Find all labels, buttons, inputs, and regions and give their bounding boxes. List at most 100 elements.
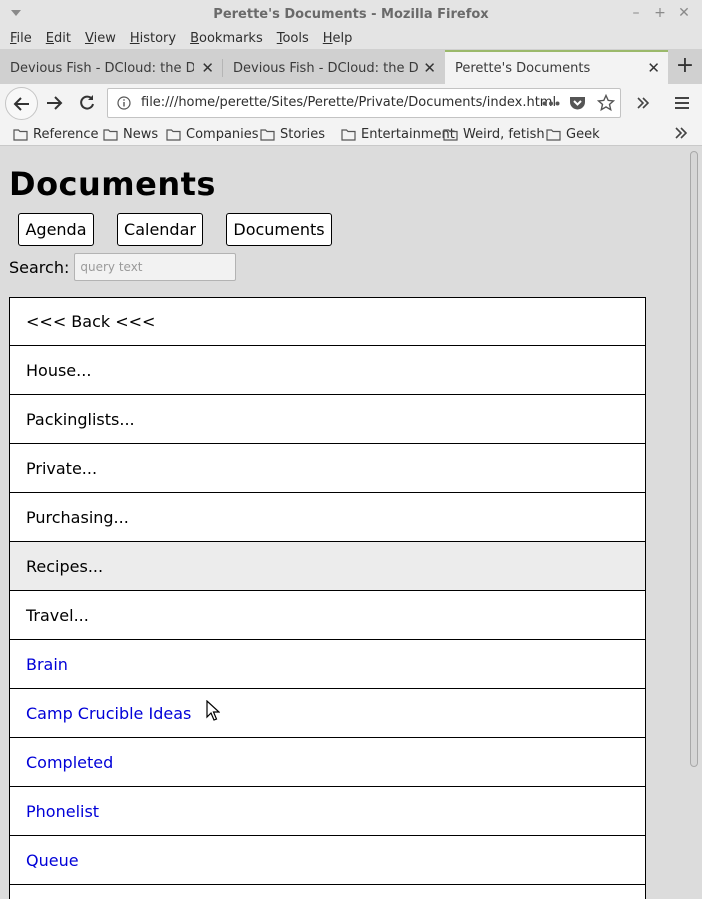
close-window-icon[interactable]: ✕ [676, 5, 692, 21]
folder-row[interactable]: Recipes... [9, 542, 646, 591]
reload-icon [80, 95, 94, 110]
tab-label: Devious Fish - DCloud: the Devio [233, 60, 418, 76]
overflow-menu-button[interactable] [628, 88, 658, 118]
bookmark-label: Weird, fetish [463, 126, 545, 142]
menu-label-rest: istory [139, 31, 177, 46]
back-row[interactable]: <<< Back <<< [9, 297, 646, 346]
menu-view[interactable]: View [78, 31, 123, 46]
pocket-icon[interactable] [569, 95, 586, 111]
agenda-button[interactable]: Agenda [18, 213, 94, 246]
document-link-row[interactable]: Phonelist [9, 787, 646, 836]
folder-row[interactable]: House... [9, 346, 646, 395]
folder-icon [341, 128, 356, 141]
menu-label-rest: ookmarks [199, 31, 263, 46]
document-link-row[interactable] [9, 885, 646, 899]
back-button[interactable] [5, 87, 38, 120]
bookmarks-overflow-button[interactable] [674, 126, 688, 144]
bookmark-folder-geek[interactable]: Geek [546, 125, 600, 143]
menu-accesskey: E [45, 31, 54, 46]
bookmarks-toolbar: Reference News Companies Stories Entertainme… [0, 122, 702, 146]
tab-label: Perette's Documents [455, 60, 591, 76]
bookmark-label: Companies [186, 126, 259, 142]
forward-arrow-icon [47, 96, 63, 110]
document-list: <<< Back <<< House... Packinglists... Priva… [9, 297, 646, 899]
double-chevron-icon [637, 97, 650, 109]
window-titlebar: Perette's Documents - Mozilla Firefox – … [0, 0, 702, 28]
document-link-row[interactable]: Brain [9, 640, 646, 689]
menu-label-rest: ools [282, 31, 309, 46]
back-arrow-icon [13, 96, 29, 111]
folder-icon [260, 128, 275, 141]
folder-icon [443, 128, 458, 141]
tab-bar: Devious Fish - DCloud: the Devio ✕ Devio… [0, 49, 702, 84]
menu-help[interactable]: Help [316, 31, 360, 46]
double-chevron-icon [675, 127, 688, 139]
menu-accesskey: B [190, 31, 200, 46]
document-link-row[interactable]: Queue [9, 836, 646, 885]
tab-devious-fish-2[interactable]: Devious Fish - DCloud: the Devio ✕ [223, 52, 444, 84]
document-link-row[interactable]: Camp Crucible Ideas [9, 689, 646, 738]
reload-button[interactable] [72, 88, 102, 118]
folder-icon [13, 128, 28, 141]
search-label: Search: [9, 257, 70, 277]
tab-perettes-documents[interactable]: Perette's Documents ✕ [445, 50, 668, 84]
folder-row[interactable]: Packinglists... [9, 395, 646, 444]
window-menu-icon[interactable] [10, 8, 22, 18]
calendar-button[interactable]: Calendar [117, 213, 203, 246]
page-actions-icon[interactable] [542, 101, 560, 106]
documents-button[interactable]: Documents [226, 213, 332, 246]
url-text: file:///home/perette/Sites/Perette/Priva… [141, 95, 557, 110]
folder-icon [166, 128, 181, 141]
maximize-icon[interactable]: + [652, 5, 668, 21]
page-content: Documents Agenda Calendar Documents Sear… [0, 147, 687, 899]
bookmark-label: Entertainment [361, 126, 455, 142]
hamburger-menu-button[interactable] [667, 88, 697, 118]
document-link-row[interactable]: Completed [9, 738, 646, 787]
folder-icon [103, 128, 118, 141]
menu-history[interactable]: History [123, 31, 183, 46]
menu-file[interactable]: File [3, 31, 39, 46]
menu-accesskey: V [84, 31, 94, 46]
vertical-scrollbar[interactable] [687, 147, 702, 899]
folder-row[interactable]: Private... [9, 444, 646, 493]
bookmark-star-icon[interactable] [597, 94, 615, 112]
folder-row[interactable]: Purchasing... [9, 493, 646, 542]
bookmark-label: Geek [566, 126, 600, 142]
bookmark-folder-weird-fetish[interactable]: Weird, fetish [443, 125, 545, 143]
menu-accesskey: H [322, 31, 333, 46]
tab-close-icon[interactable]: ✕ [647, 59, 660, 77]
menu-label-rest: dit [54, 31, 71, 46]
menu-bookmarks[interactable]: Bookmarks [183, 31, 270, 46]
menu-label-rest: elp [332, 31, 353, 46]
menu-label-rest: iew [93, 31, 116, 46]
folder-row[interactable]: Travel... [9, 591, 646, 640]
bookmark-folder-stories[interactable]: Stories [260, 125, 325, 143]
menu-edit[interactable]: Edit [39, 31, 78, 46]
navigation-toolbar: file:///home/perette/Sites/Perette/Priva… [0, 84, 702, 122]
info-icon[interactable] [117, 96, 131, 110]
bookmark-label: Reference [33, 126, 99, 142]
folder-icon [546, 128, 561, 141]
tab-close-icon[interactable]: ✕ [423, 59, 436, 77]
search-input[interactable] [74, 253, 237, 281]
page-title: Documents [9, 165, 216, 203]
forward-button[interactable] [39, 88, 69, 118]
tab-close-icon[interactable]: ✕ [201, 59, 214, 77]
new-tab-button[interactable]: + [670, 52, 700, 80]
scrollbar-thumb[interactable] [690, 151, 698, 767]
menu-label-rest: ile [16, 31, 32, 46]
window-title: Perette's Documents - Mozilla Firefox [213, 6, 489, 22]
bookmark-folder-entertainment[interactable]: Entertainment [341, 125, 455, 143]
minimize-icon[interactable]: – [628, 5, 644, 21]
search-area: Search: [9, 253, 237, 281]
menu-tools[interactable]: Tools [270, 31, 316, 46]
bookmark-folder-news[interactable]: News [103, 125, 158, 143]
hamburger-icon [675, 97, 689, 109]
bookmark-folder-reference[interactable]: Reference [13, 125, 98, 143]
bookmark-label: News [123, 126, 159, 142]
url-bar[interactable]: file:///home/perette/Sites/Perette/Priva… [107, 88, 621, 118]
tab-devious-fish-1[interactable]: Devious Fish - DCloud: the Devio ✕ [0, 52, 222, 84]
bookmark-folder-companies[interactable]: Companies [166, 125, 259, 143]
menu-bar: File Edit View History Bookmarks Tools Help [0, 28, 702, 49]
bookmark-label: Stories [280, 126, 326, 142]
